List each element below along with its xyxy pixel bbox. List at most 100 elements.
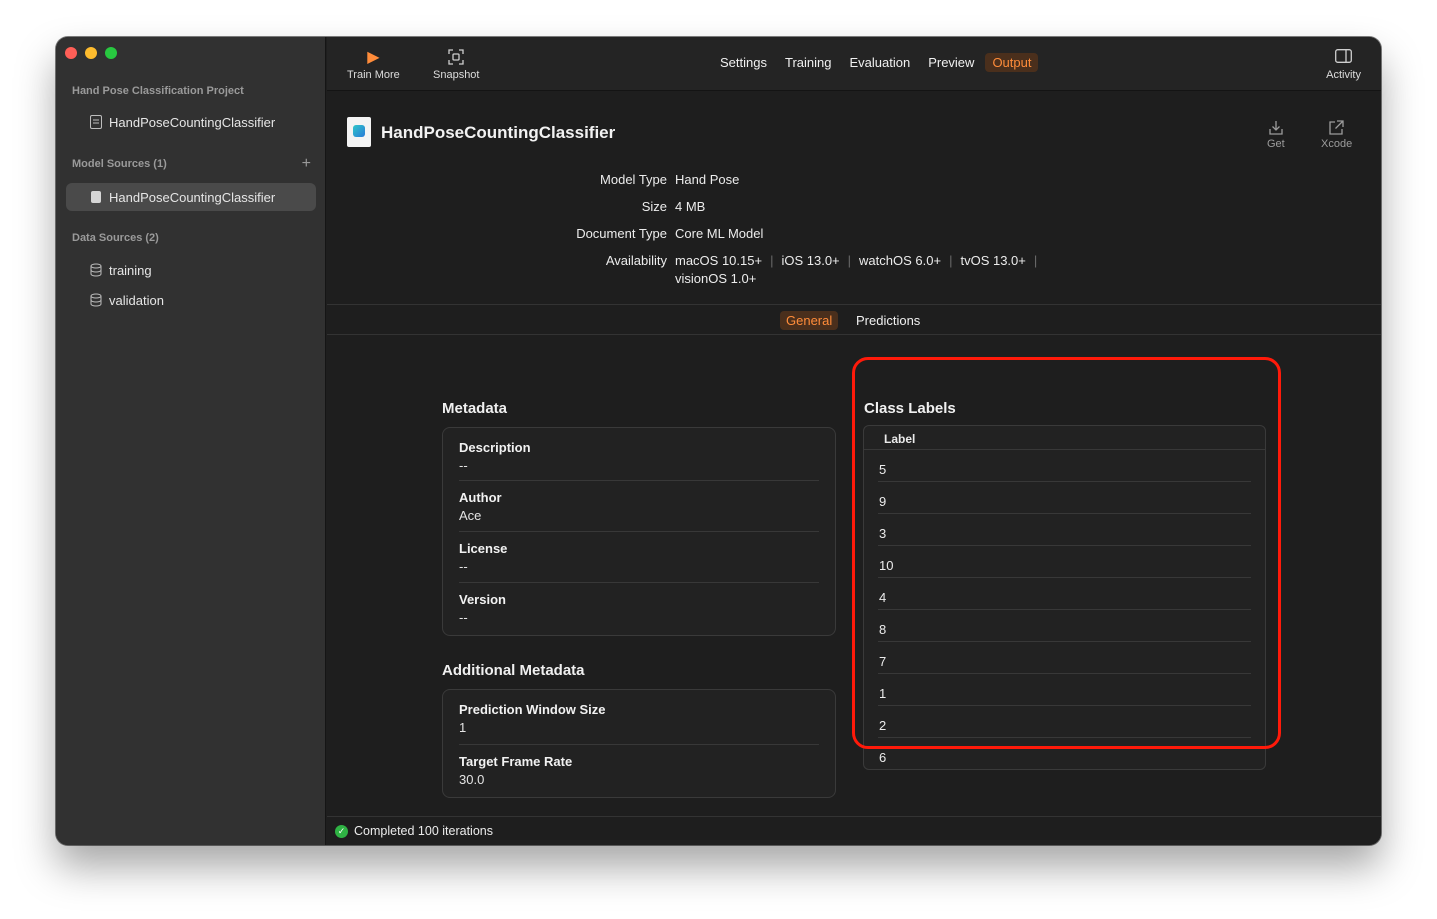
download-icon — [1269, 120, 1283, 138]
sidebar-item-label: validation — [109, 292, 164, 308]
separator: | — [847, 253, 852, 268]
sidebar-toggle-icon — [1335, 49, 1353, 67]
get-button[interactable]: Get — [1267, 120, 1285, 150]
play-icon: ▶ — [367, 49, 380, 66]
prediction-window-size: Prediction Window Size 1 — [459, 702, 819, 735]
train-more-label: Train More — [347, 69, 400, 81]
activity-button[interactable]: Activity — [1326, 49, 1361, 81]
availability-ios: iOS 13.0+ — [781, 253, 840, 268]
window-controls — [65, 47, 117, 59]
field-value: -- — [459, 458, 468, 473]
divider — [459, 582, 819, 583]
main-tabs: Settings Training Evaluation Preview Out… — [713, 53, 1039, 72]
field-key: Target Frame Rate — [459, 754, 573, 769]
tab-output[interactable]: Output — [985, 53, 1039, 72]
availability-key: Availability — [605, 253, 667, 268]
divider — [459, 531, 819, 532]
metadata-card: Description -- Author Ace License -- Ver… — [442, 427, 836, 636]
separator: | — [949, 253, 953, 268]
doc-type-value: Core ML Model — [675, 226, 764, 241]
get-label: Get — [1267, 138, 1285, 150]
tab-training[interactable]: Training — [778, 53, 838, 72]
metadata-version: Version -- — [459, 592, 819, 625]
annotation-highlight — [852, 357, 1281, 749]
additional-metadata-title: Additional Metadata — [442, 662, 585, 679]
sidebar-item-label: HandPoseCountingClassifier — [109, 114, 276, 130]
model-title: HandPoseCountingClassifier — [381, 123, 616, 142]
data-sources-title: Data Sources (2) — [72, 232, 159, 244]
snapshot-icon — [448, 49, 464, 67]
metadata-description: Description -- — [459, 440, 819, 473]
field-value: -- — [459, 610, 468, 625]
add-model-source-button[interactable]: + — [302, 155, 311, 173]
field-value: Ace — [459, 508, 482, 523]
snapshot-button[interactable]: Snapshot — [433, 49, 479, 81]
metadata-title: Metadata — [442, 400, 508, 417]
separator: | — [770, 253, 774, 268]
divider — [459, 480, 819, 481]
field-key: Author — [459, 490, 502, 505]
database-icon — [90, 263, 102, 277]
sidebar-item-validation[interactable]: validation — [66, 286, 316, 314]
metadata-author: Author Ace — [459, 490, 819, 523]
close-window-button[interactable] — [65, 47, 77, 59]
sidebar-item-label: training — [109, 262, 152, 278]
subtabs: General Predictions — [327, 305, 1381, 335]
open-in-xcode-button[interactable]: Xcode — [1321, 120, 1352, 150]
field-key: Description — [459, 440, 531, 455]
open-external-icon — [1329, 120, 1344, 138]
availability-macos: macOS 10.15+ — [675, 253, 763, 268]
database-icon — [90, 293, 102, 307]
separator: | — [1033, 253, 1038, 268]
toolbar: ▶ Train More Snapshot Settings Training … — [327, 37, 1381, 91]
sidebar-item-model-source[interactable]: HandPoseCountingClassifier — [66, 183, 316, 211]
sidebar-item-label: HandPoseCountingClassifier — [109, 189, 276, 205]
metadata-license: License -- — [459, 541, 819, 574]
sidebar-item-training[interactable]: training — [66, 256, 316, 284]
field-value: -- — [459, 559, 468, 574]
size-key-wrap: Size — [467, 199, 667, 215]
model-sources-title: Model Sources (1) — [72, 158, 167, 170]
model-header: HandPoseCountingClassifier Get Xcode Mod… — [327, 92, 1381, 305]
field-key: Prediction Window Size — [459, 702, 606, 717]
model-type-key: Model Type — [600, 172, 667, 187]
field-key: Version — [459, 592, 506, 607]
tab-settings[interactable]: Settings — [713, 53, 774, 72]
xcode-label: Xcode — [1321, 138, 1353, 150]
availability-tvos: tvOS 13.0+ — [960, 253, 1026, 268]
availability-key-wrap: Availability — [467, 253, 667, 269]
minimize-window-button[interactable] — [85, 47, 97, 59]
snapshot-label: Snapshot — [433, 69, 480, 81]
availability-list: macOS 10.15+ | iOS 13.0+ | watchOS 6.0+ | t… — [675, 253, 1037, 268]
train-more-button[interactable]: ▶ Train More — [347, 49, 400, 81]
size-value: 4 MB — [675, 199, 706, 214]
status-text: Completed 100 iterations — [354, 824, 493, 838]
tab-evaluation[interactable]: Evaluation — [842, 53, 917, 72]
tab-predictions[interactable]: Predictions — [850, 311, 926, 330]
model-type-key-wrap: Model Type — [467, 172, 667, 188]
model-type-value: Hand Pose — [675, 172, 740, 187]
checkmark-icon: ✓ — [335, 824, 348, 838]
field-key: License — [459, 541, 508, 556]
availability-visionos: visionOS 1.0+ — [675, 271, 757, 286]
app-window: Hand Pose Classification Project HandPos… — [56, 37, 1381, 845]
divider — [459, 744, 819, 745]
zoom-window-button[interactable] — [105, 47, 117, 59]
model-icon — [90, 190, 102, 204]
target-frame-rate: Target Frame Rate 30.0 — [459, 754, 819, 787]
tab-preview[interactable]: Preview — [921, 53, 981, 72]
project-section-title: Hand Pose Classification Project — [72, 85, 244, 97]
additional-metadata-card: Prediction Window Size 1 Target Frame Ra… — [442, 689, 836, 798]
document-icon — [90, 115, 102, 129]
field-value: 1 — [459, 720, 467, 735]
mlmodel-file-icon — [347, 117, 371, 147]
tab-general[interactable]: General — [780, 311, 839, 330]
sidebar-item-project[interactable]: HandPoseCountingClassifier — [66, 108, 316, 136]
availability-watchos: watchOS 6.0+ — [859, 253, 942, 268]
sidebar: Hand Pose Classification Project HandPos… — [56, 37, 326, 845]
field-value: 30.0 — [459, 772, 485, 787]
activity-label: Activity — [1326, 69, 1361, 81]
size-key: Size — [641, 199, 667, 214]
doc-type-key-wrap: Document Type — [467, 226, 667, 242]
doc-type-key: Document Type — [576, 226, 667, 241]
